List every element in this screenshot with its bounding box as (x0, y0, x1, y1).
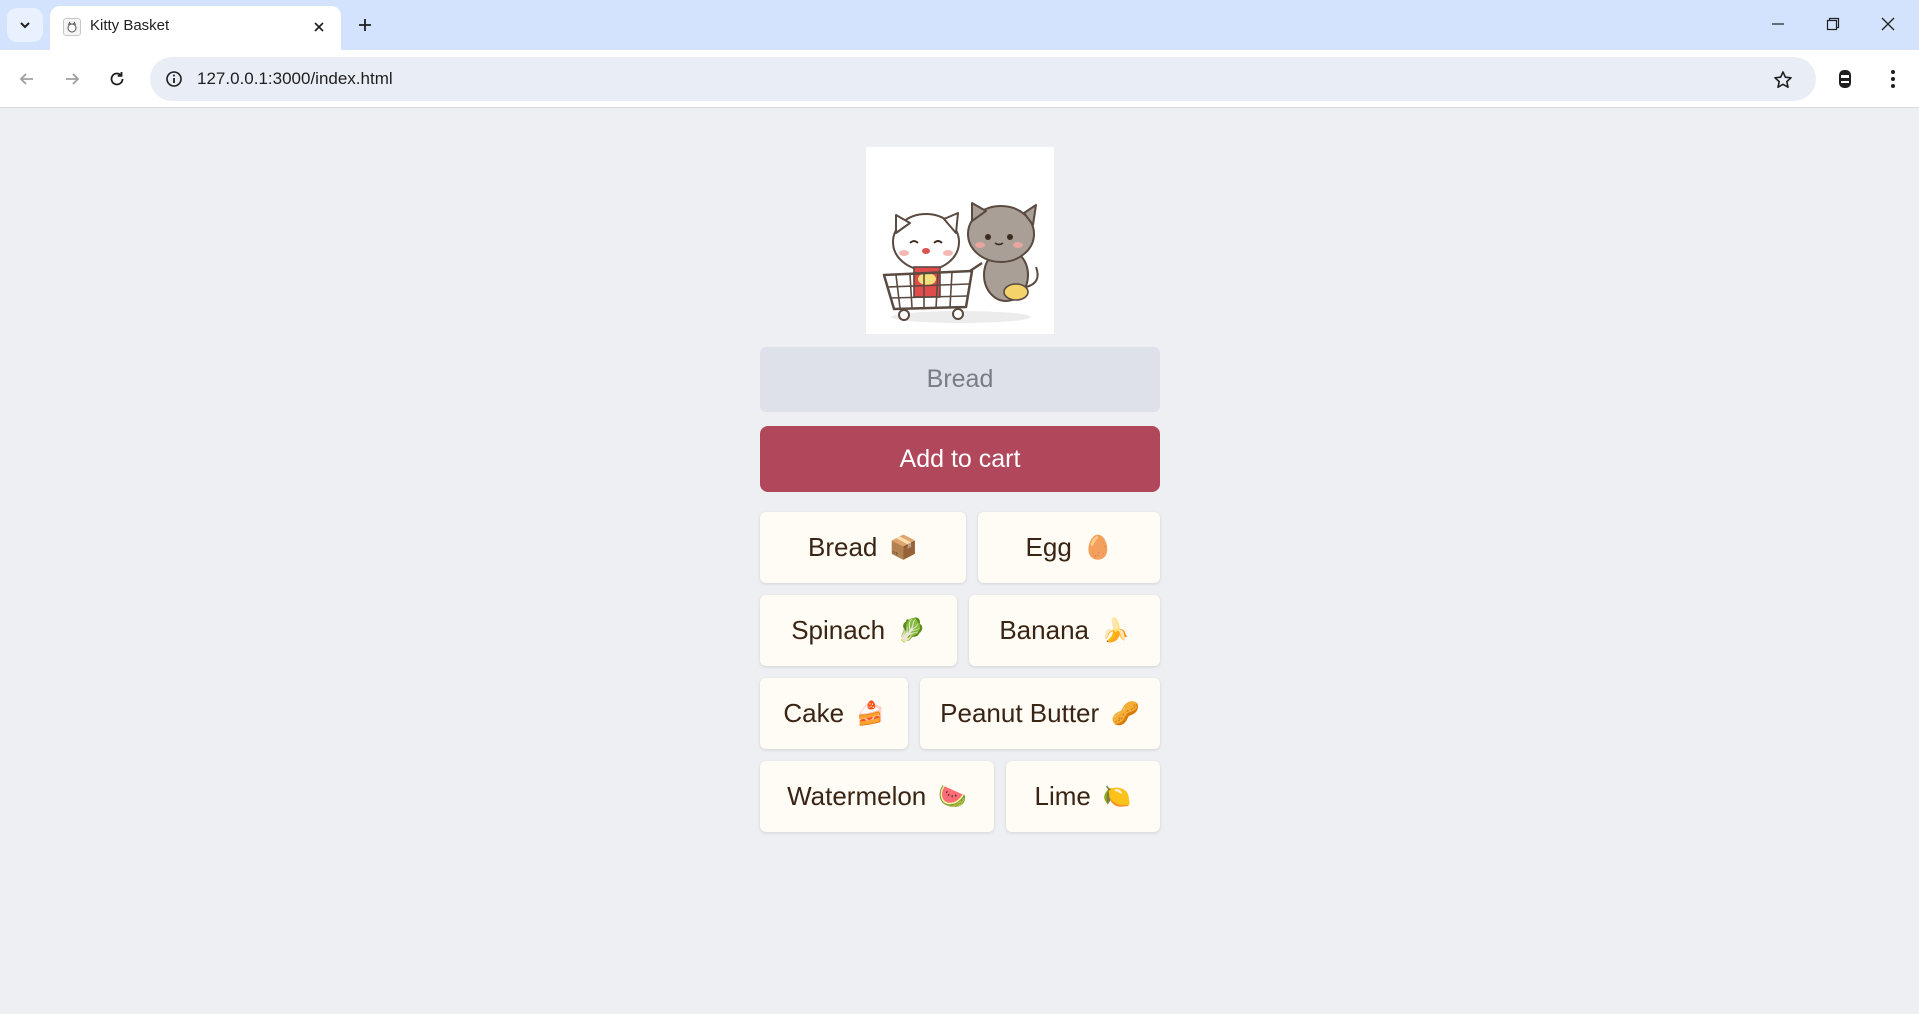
item-label: Lime (1034, 781, 1091, 811)
restore-icon (1826, 17, 1840, 31)
item-row: Cake 🍰 Peanut Butter 🥜 (760, 678, 1160, 749)
more-vert-icon (1891, 70, 1895, 88)
banana-icon: 🍌 (1101, 617, 1130, 643)
item-chip-bread[interactable]: Bread 📦 (760, 512, 966, 583)
arrow-right-icon (66, 73, 80, 85)
item-label: Watermelon (787, 781, 927, 811)
browser-tab[interactable]: Kitty Basket (50, 6, 341, 50)
item-chip-watermelon[interactable]: Watermelon 🍉 (760, 761, 994, 832)
extension-button[interactable] (1828, 62, 1862, 96)
item-chip-egg[interactable]: Egg 🥚 (978, 512, 1160, 583)
item-row: Watermelon 🍉 Lime 🍋 (760, 761, 1160, 832)
arrow-left-icon (19, 73, 33, 85)
star-icon (1774, 71, 1792, 88)
back-button[interactable] (10, 62, 44, 96)
item-label: Banana (999, 615, 1089, 645)
egg-icon: 🥚 (1083, 534, 1113, 560)
peanut-icon: 🥜 (1111, 700, 1140, 726)
item-chip-lime[interactable]: Lime 🍋 (1006, 761, 1160, 832)
url-text: 127.0.0.1:3000/index.html (197, 69, 393, 88)
reload-icon (110, 72, 124, 86)
browser-toolbar: 127.0.0.1:3000/index.html (0, 50, 1919, 108)
chevron-down-icon (20, 22, 30, 29)
extension-avatar-icon (1839, 70, 1851, 88)
site-info-button[interactable] (160, 65, 188, 93)
item-label: Egg (1025, 532, 1072, 562)
item-row: Bread 📦 Egg 🥚 (760, 512, 1160, 583)
reload-button[interactable] (100, 62, 134, 96)
minimize-icon (1772, 23, 1784, 25)
minimize-button[interactable] (1751, 0, 1805, 48)
item-input[interactable] (760, 347, 1160, 412)
restore-button[interactable] (1806, 0, 1860, 48)
watermelon-icon: 🍉 (938, 783, 967, 809)
tab-search-button[interactable] (7, 8, 43, 42)
close-icon (314, 22, 324, 32)
item-label: Bread (807, 532, 878, 562)
item-list: Bread 📦 Egg 🥚 Spinach 🥬 Banana 🍌 Cake 🍰 Peanu… (760, 512, 1160, 844)
close-window-button[interactable] (1861, 0, 1915, 48)
item-chip-banana[interactable]: Banana 🍌 (969, 595, 1160, 666)
tab-strip: Kitty Basket (0, 0, 1919, 50)
close-icon (1881, 17, 1895, 31)
address-bar[interactable]: 127.0.0.1:3000/index.html (150, 57, 1816, 101)
tab-close-button[interactable] (308, 16, 330, 38)
kitty-favicon-icon (63, 18, 81, 36)
forward-button[interactable] (55, 62, 89, 96)
tab-title: Kitty Basket (90, 17, 170, 34)
kitty-shopping-illustration (866, 147, 1054, 334)
item-chip-spinach[interactable]: Spinach 🥬 (760, 595, 957, 666)
cake-icon: 🍰 (856, 700, 885, 726)
lemon-icon: 🍋 (1102, 783, 1132, 809)
item-row: Spinach 🥬 Banana 🍌 (760, 595, 1160, 666)
new-tab-button[interactable] (350, 10, 380, 40)
bookmark-button[interactable] (1768, 65, 1798, 95)
browser-menu-button[interactable] (1876, 62, 1910, 96)
item-label: Cake (783, 698, 845, 728)
item-chip-peanut-butter[interactable]: Peanut Butter 🥜 (920, 678, 1160, 749)
add-to-cart-button[interactable]: Add to cart (760, 426, 1160, 492)
item-label: Peanut Butter (940, 698, 1100, 728)
info-icon (166, 71, 182, 87)
page-content: Add to cart Bread 📦 Egg 🥚 Spinach 🥬 Banana 🍌… (0, 109, 1919, 1014)
bread-box-icon: 📦 (889, 534, 919, 560)
item-label: Spinach (791, 615, 886, 645)
item-chip-cake[interactable]: Cake 🍰 (760, 678, 908, 749)
leafy-green-icon: 🥬 (897, 617, 926, 643)
plus-icon (359, 19, 371, 31)
